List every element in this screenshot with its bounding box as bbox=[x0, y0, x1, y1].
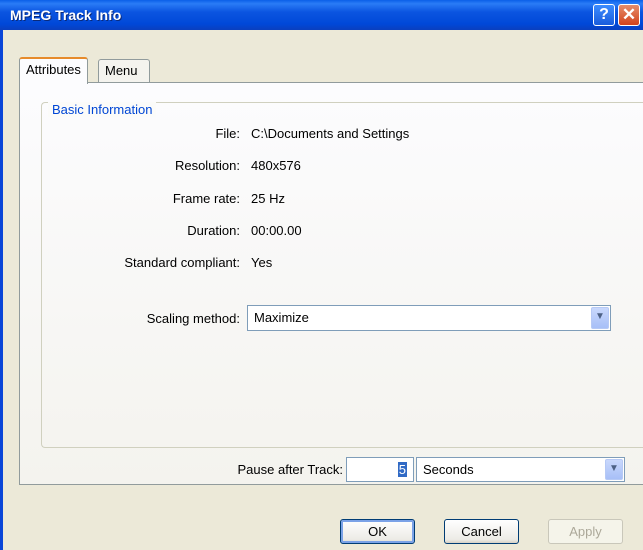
cancel-button[interactable]: Cancel bbox=[444, 519, 519, 544]
window-title: MPEG Track Info bbox=[10, 7, 122, 23]
title-bar[interactable]: MPEG Track Info ? ✕ bbox=[0, 0, 643, 30]
file-value: C:\Documents and Settings bbox=[251, 126, 410, 141]
ok-button[interactable]: OK bbox=[340, 519, 415, 544]
frame-rate-label: Frame rate: bbox=[172, 191, 240, 206]
duration-value: 00:00.00 bbox=[251, 223, 302, 238]
tab-menu[interactable]: Menu bbox=[98, 59, 150, 83]
tab-attributes[interactable]: Attributes bbox=[19, 57, 88, 84]
apply-button[interactable]: Apply bbox=[548, 519, 623, 544]
pause-unit-value: Seconds bbox=[423, 462, 474, 477]
duration-label: Duration: bbox=[187, 223, 240, 238]
frame-rate-value: 25 Hz bbox=[251, 191, 285, 206]
help-button[interactable]: ? bbox=[593, 4, 615, 26]
standard-compliant-value: Yes bbox=[251, 255, 273, 270]
pause-duration-input[interactable]: 5 bbox=[346, 457, 414, 482]
resolution-label: Resolution: bbox=[174, 158, 240, 173]
group-title: Basic Information bbox=[48, 102, 157, 117]
pause-after-track-label: Pause after Track: bbox=[237, 462, 344, 477]
file-label: File: bbox=[215, 126, 240, 141]
dialog-window: MPEG Track Info ? ✕ Menu Attributes Basi… bbox=[0, 0, 643, 550]
scaling-method-select[interactable]: Maximize ▼ bbox=[247, 305, 611, 331]
chevron-down-icon[interactable]: ▼ bbox=[591, 307, 609, 329]
basic-information-group bbox=[41, 102, 643, 448]
pause-duration-value: 5 bbox=[397, 462, 407, 477]
scaling-method-value: Maximize bbox=[254, 310, 309, 325]
chevron-down-icon[interactable]: ▼ bbox=[605, 459, 623, 480]
close-button[interactable]: ✕ bbox=[618, 4, 640, 26]
scaling-method-label: Scaling method: bbox=[146, 311, 240, 326]
standard-compliant-label: Standard compliant: bbox=[124, 255, 240, 270]
pause-unit-select[interactable]: Seconds ▼ bbox=[416, 457, 625, 482]
resolution-value: 480x576 bbox=[251, 158, 301, 173]
